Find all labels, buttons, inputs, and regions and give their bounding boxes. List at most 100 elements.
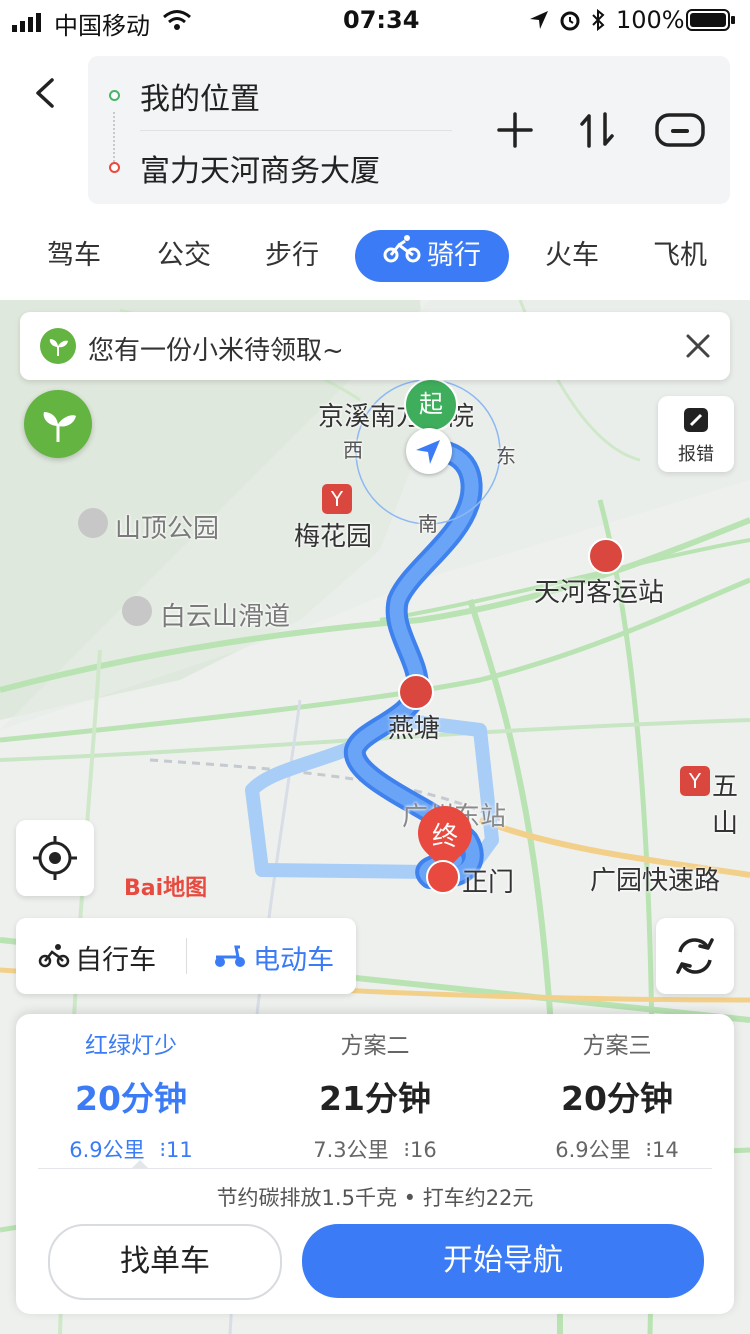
toggle-divider <box>186 938 187 974</box>
metro-meihuayuan-icon[interactable]: Y <box>322 484 352 514</box>
current-location-icon <box>406 428 452 474</box>
carrier-label: 中国移动 <box>54 12 150 40</box>
selected-plan-caret <box>132 1160 148 1168</box>
ebike-option[interactable]: 电动车 <box>212 938 334 977</box>
crosshair-icon <box>33 836 77 880</box>
bus-station-icon[interactable] <box>588 538 624 574</box>
start-navigation-button[interactable]: 开始导航 <box>302 1224 704 1298</box>
plan-time: 20分钟 <box>561 1079 673 1118</box>
plan-lights: 14 <box>652 1138 679 1162</box>
yantang-station-icon[interactable] <box>398 674 434 710</box>
plan-card-1[interactable]: 红绿灯少 20分钟 6.9公里 ⁝11 <box>16 1026 246 1164</box>
plus-icon[interactable] <box>491 106 539 154</box>
compass-west-label: 西 <box>343 438 363 462</box>
plan-time: 21分钟 <box>319 1079 431 1118</box>
plan-distance: 6.9公里 <box>69 1138 145 1162</box>
route-plans-panel: 红绿灯少 20分钟 6.9公里 ⁝11 方案二 21分钟 7.3公里 ⁝16 方… <box>16 1014 734 1314</box>
ebike-option-label: 电动车 <box>253 945 335 976</box>
compass-south-label: 南 <box>418 512 438 536</box>
map-label-baiyun[interactable]: 白云山滑道 <box>160 596 290 633</box>
map-label-yantang[interactable]: 燕塘 <box>388 708 440 745</box>
destination-dot-icon <box>109 162 120 173</box>
sprout-icon <box>40 328 76 364</box>
plan-card-3[interactable]: 方案三 20分钟 6.9公里 ⁝14 <box>502 1026 732 1164</box>
start-marker-icon: 起 <box>404 378 458 432</box>
plan-title: 方案三 <box>582 1033 652 1059</box>
plan-meta: 6.9公里 ⁝14 <box>502 1134 732 1164</box>
tab-walk[interactable]: 步行 <box>248 230 336 282</box>
battery-percent: 100% <box>616 6 685 34</box>
location-arrow-icon <box>528 9 550 37</box>
banner-text: 您有一份小米待领取~ <box>88 336 344 366</box>
refresh-icon <box>676 938 714 974</box>
tab-cycling-label: 骑行 <box>427 240 481 271</box>
plan-divider <box>38 1168 712 1169</box>
map-label-tianhe-station[interactable]: 天河客运站 <box>534 572 664 609</box>
plan-card-2[interactable]: 方案二 21分钟 7.3公里 ⁝16 <box>260 1026 490 1164</box>
plan-lights: 16 <box>410 1138 437 1162</box>
landmark-icon <box>122 596 152 626</box>
plan-title: 红绿灯少 <box>85 1033 177 1059</box>
refresh-button[interactable] <box>656 918 734 994</box>
plan-title: 方案二 <box>340 1033 410 1059</box>
origin-input[interactable]: 我的位置 <box>140 74 260 118</box>
tab-flight[interactable]: 飞机 <box>636 230 724 282</box>
plan-lights: 11 <box>166 1138 193 1162</box>
map-label-meihuayuan[interactable]: 梅花园 <box>294 516 372 553</box>
find-bike-button[interactable]: 找单车 <box>48 1224 282 1300</box>
tab-transit[interactable]: 公交 <box>140 230 228 282</box>
compass-east-label: 东 <box>496 444 516 468</box>
baidu-logo: Bai地图 <box>124 870 207 902</box>
tab-cycling[interactable]: 骑行 <box>355 230 509 282</box>
plan-meta: 6.9公里 ⁝11 <box>16 1134 246 1164</box>
metro-wushan-icon[interactable]: Y <box>680 766 710 796</box>
map-label-shanding[interactable]: 山顶公园 <box>115 508 219 545</box>
destination-poi-icon <box>426 860 460 894</box>
report-error-label: 报错 <box>678 444 714 465</box>
close-icon[interactable] <box>684 332 712 360</box>
bicycle-option-label: 自行车 <box>75 945 157 976</box>
clock: 07:34 <box>343 6 420 34</box>
back-arrow-icon[interactable] <box>28 76 62 110</box>
status-bar: 中国移动 07:34 100% <box>0 0 750 40</box>
tab-drive[interactable]: 驾车 <box>30 230 118 282</box>
end-marker-label: 终 <box>431 822 458 852</box>
destination-input[interactable]: 富力天河商务大厦 <box>140 146 380 190</box>
reward-banner[interactable]: 您有一份小米待领取~ <box>20 312 730 380</box>
bluetooth-icon <box>590 8 606 38</box>
traffic-light-icon: ⁝ <box>159 1138 167 1162</box>
vehicle-toggle: 自行车 电动车 <box>16 918 356 994</box>
alarm-icon <box>558 8 582 38</box>
baidu-logo-text: Bai地图 <box>124 876 208 901</box>
camera-icon[interactable] <box>654 106 706 154</box>
map-label-guangyuan[interactable]: 广园快速路 <box>590 860 720 897</box>
plan-meta: 7.3公里 ⁝16 <box>260 1134 490 1164</box>
wifi-icon <box>162 8 192 38</box>
trip-summary: 节约碳排放1.5千克 • 打车约22元 <box>216 1186 534 1210</box>
bicycle-small-icon <box>38 943 70 973</box>
tab-train[interactable]: 火车 <box>528 230 616 282</box>
divider <box>140 130 452 131</box>
map-label-zhengmen[interactable]: 正门 <box>462 862 514 899</box>
plan-time: 20分钟 <box>75 1079 187 1118</box>
route-header: 我的位置 富力天河商务大厦 驾车 公交 步行 骑行 火车 飞机 <box>0 40 750 300</box>
traffic-light-icon: ⁝ <box>403 1138 411 1162</box>
report-error-button[interactable]: 报错 <box>658 396 734 472</box>
edit-icon <box>682 406 710 434</box>
bicycle-option[interactable]: 自行车 <box>38 938 156 977</box>
bicycle-icon <box>383 229 421 281</box>
park-icon <box>78 508 108 538</box>
battery-icon <box>686 9 736 37</box>
traffic-light-icon: ⁝ <box>645 1138 653 1162</box>
route-inputs: 我的位置 富力天河商务大厦 <box>88 56 730 204</box>
origin-dot-icon <box>109 90 120 101</box>
route-connector <box>113 112 117 162</box>
swap-icon[interactable] <box>573 106 621 154</box>
map-label-wushan[interactable]: 五山 <box>712 766 750 840</box>
plan-distance: 6.9公里 <box>555 1138 631 1162</box>
sprout-bubble-icon[interactable] <box>24 390 92 458</box>
scooter-icon <box>212 943 248 973</box>
locate-button[interactable] <box>16 820 94 896</box>
signal-icon <box>12 10 46 38</box>
plan-distance: 7.3公里 <box>313 1138 389 1162</box>
